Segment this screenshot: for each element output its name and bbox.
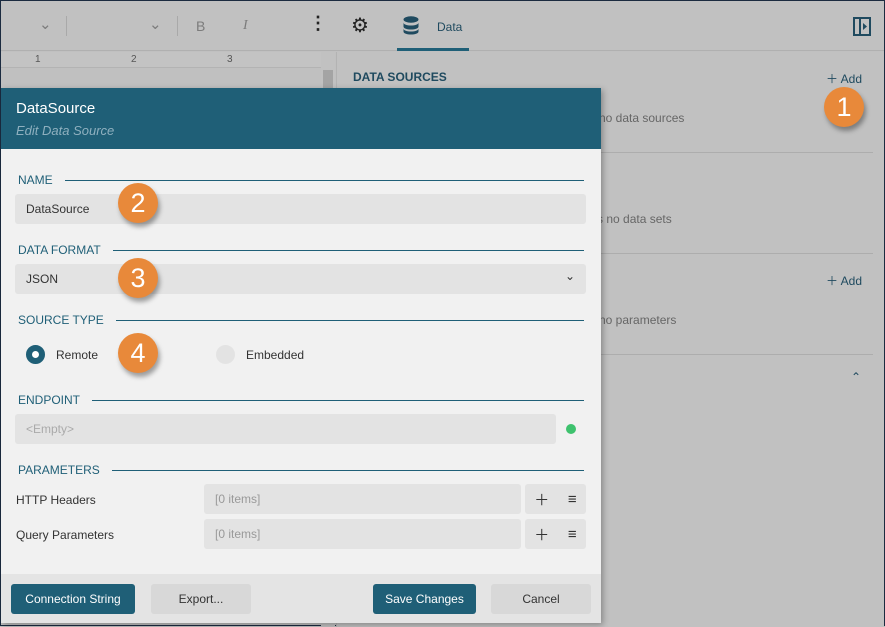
data-sources-empty-text: no data sources: [599, 111, 685, 125]
plus-icon: ＋: [825, 72, 841, 86]
query-parameters-actions: ＋ ≡: [525, 519, 586, 549]
dialog-header: DataSource Edit Data Source: [1, 88, 601, 149]
source-type-section-label: SOURCE TYPE: [18, 313, 584, 327]
dialog-footer: Connection String Export... Save Changes…: [1, 574, 601, 623]
gear-icon[interactable]: ⚙: [351, 13, 369, 38]
menu-icon[interactable]: ≡: [568, 491, 577, 508]
query-parameters-input[interactable]: [0 items]: [204, 519, 521, 549]
name-input[interactable]: DataSource: [15, 194, 586, 224]
ruler: 1 2 3: [1, 52, 321, 68]
data-sets-empty-text: s no data sets: [597, 212, 672, 226]
http-headers-actions: ＋ ≡: [525, 484, 586, 514]
ruler-mark: 3: [227, 54, 233, 65]
plus-icon[interactable]: ＋: [534, 489, 549, 510]
endpoint-section-label: ENDPOINT: [18, 393, 584, 407]
divider: [66, 16, 67, 36]
save-changes-button[interactable]: Save Changes: [373, 584, 476, 614]
data-sources-title: DATA SOURCES: [353, 70, 447, 84]
chevron-up-icon[interactable]: ⌃: [851, 370, 861, 384]
connection-string-button[interactable]: Connection String: [11, 584, 135, 614]
data-format-section-label: DATA FORMAT: [18, 243, 584, 257]
database-icon: [403, 16, 419, 35]
embedded-label: Embedded: [246, 348, 305, 362]
ruler-mark: 2: [131, 54, 137, 65]
italic-button[interactable]: I: [243, 18, 248, 34]
divider: [177, 16, 178, 36]
remote-label: Remote: [56, 348, 99, 362]
step-badge: 2: [118, 183, 158, 223]
http-headers-input[interactable]: [0 items]: [204, 484, 521, 514]
tab-data-label: Data: [437, 20, 463, 34]
data-format-value: JSON: [26, 272, 59, 286]
add-label: Add: [840, 72, 862, 86]
plus-icon[interactable]: ＋: [534, 524, 549, 545]
data-format-select[interactable]: JSON ⌄: [15, 264, 586, 294]
toolbar: ⌄ ⌄ B I ⋮ ⚙ Data: [1, 1, 884, 51]
divider: [599, 253, 873, 254]
dialog-subtitle: Edit Data Source: [16, 123, 115, 138]
size-dropdown-chevron-icon[interactable]: ⌄: [149, 15, 162, 33]
dialog-title: DataSource: [16, 100, 96, 117]
plus-icon: ＋: [825, 274, 841, 288]
name-section-label: NAME: [18, 173, 584, 187]
add-data-source-button[interactable]: ＋ Add: [826, 70, 862, 87]
panel-toggle-icon[interactable]: [853, 17, 871, 36]
font-dropdown-chevron-icon[interactable]: ⌄: [39, 15, 52, 33]
step-badge: 3: [118, 258, 158, 298]
divider: [599, 152, 873, 153]
query-parameters-label: Query Parameters: [16, 528, 115, 542]
parameters-empty-text: no parameters: [599, 313, 677, 327]
bold-button[interactable]: B: [196, 18, 205, 34]
embedded-radio[interactable]: [216, 345, 235, 364]
export-button[interactable]: Export...: [151, 584, 251, 614]
cancel-button[interactable]: Cancel: [491, 584, 591, 614]
endpoint-input[interactable]: <Empty>: [15, 414, 556, 444]
parameters-section-label: PARAMETERS: [18, 463, 584, 477]
step-badge: 4: [118, 333, 158, 373]
edit-data-source-dialog: DataSource Edit Data Source NAME DataSou…: [1, 88, 601, 623]
chevron-down-icon: ⌄: [564, 269, 575, 283]
endpoint-status-icon: [566, 424, 576, 434]
more-icon[interactable]: ⋮: [309, 13, 327, 34]
step-badge: 1: [824, 87, 864, 127]
add-label: Add: [840, 274, 862, 288]
add-parameter-button[interactable]: ＋ Add: [826, 272, 862, 289]
remote-radio[interactable]: [26, 345, 45, 364]
ruler-mark: 1: [35, 54, 41, 65]
tab-data[interactable]: Data: [397, 1, 469, 51]
menu-icon[interactable]: ≡: [568, 526, 577, 543]
divider: [599, 354, 873, 355]
http-headers-label: HTTP Headers: [16, 493, 96, 507]
